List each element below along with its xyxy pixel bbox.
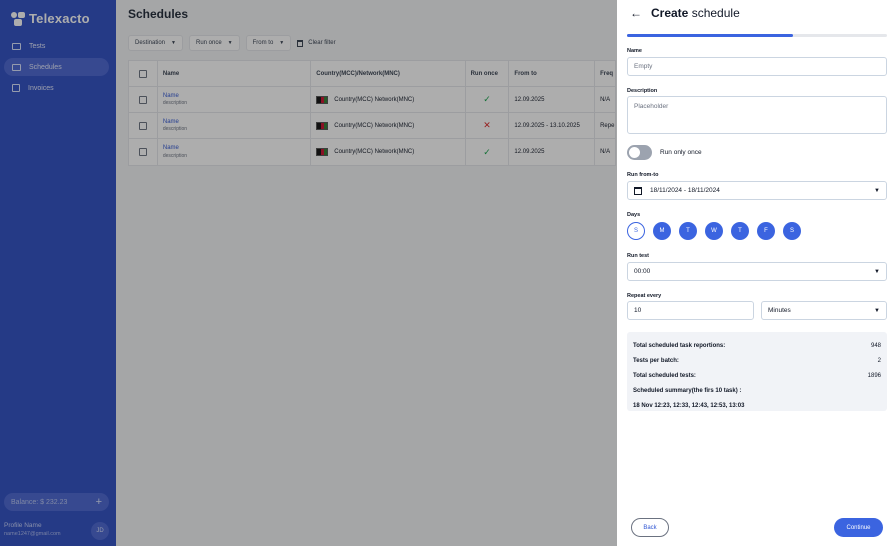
summary-times: 18 Nov 12:23, 12:33, 12:43, 12:53, 13:03 — [633, 402, 745, 409]
summary-label: Total scheduled tests: — [633, 372, 696, 379]
day-toggle-tuesday[interactable]: T — [679, 222, 697, 240]
summary-label: Tests per batch: — [633, 357, 679, 364]
modal-backdrop[interactable] — [0, 0, 617, 546]
summary-value: 1896 — [867, 372, 881, 379]
summary-value: 948 — [870, 342, 881, 349]
repeat-every-input[interactable]: 10 — [627, 301, 754, 320]
caret-down-icon: ▼ — [874, 187, 880, 194]
step-progress-fill — [627, 34, 794, 37]
summary-row-reportions: Total scheduled task reportions: 948 — [633, 338, 881, 353]
days-label: Days — [627, 212, 641, 218]
day-toggle-wednesday[interactable]: W — [705, 222, 723, 240]
create-schedule-panel: ← Create schedule Name Empty Description… — [617, 0, 895, 546]
run-from-to-value: 18/11/2024 - 18/11/2024 — [650, 187, 720, 194]
panel-title-rest: schedule — [691, 6, 740, 20]
continue-button[interactable]: Continue — [834, 518, 883, 537]
day-toggle-friday[interactable]: F — [757, 222, 775, 240]
panel-header: ← Create schedule — [630, 6, 740, 20]
run-once-label: Run only once — [660, 149, 702, 156]
caret-down-icon: ▼ — [874, 268, 880, 275]
summary-value: 2 — [877, 357, 881, 364]
summary-title: Scheduled summary(the firs 10 task) : — [633, 387, 742, 394]
run-once-toggle[interactable] — [627, 145, 652, 160]
run-test-value: 00:00 — [634, 268, 651, 275]
day-toggle-thursday[interactable]: T — [731, 222, 749, 240]
run-test-select[interactable]: 00:00 ▼ — [627, 262, 887, 281]
day-selector: S M T W T F S — [627, 222, 801, 240]
description-label: Description — [627, 88, 658, 94]
step-progress-bar — [627, 34, 887, 37]
run-test-label: Run test — [627, 253, 649, 259]
panel-title-bold: Create — [651, 6, 689, 20]
description-placeholder: Placeholder — [634, 103, 669, 110]
panel-title: Create schedule — [651, 6, 740, 20]
back-button[interactable]: Back — [631, 518, 669, 537]
repeat-unit-value: Minutes — [768, 307, 791, 314]
back-arrow-icon[interactable]: ← — [630, 6, 642, 20]
schedule-summary-box: Total scheduled task reportions: 948 Tes… — [627, 332, 887, 411]
name-input[interactable]: Empty — [627, 57, 887, 76]
calendar-icon — [634, 186, 642, 195]
description-textarea[interactable]: Placeholder — [627, 96, 887, 134]
summary-label: Total scheduled task reportions: — [633, 342, 726, 349]
run-from-to-select[interactable]: 18/11/2024 - 18/11/2024 ▼ — [627, 181, 887, 200]
toggle-knob — [629, 147, 640, 158]
summary-row-tests-per-batch: Tests per batch: 2 — [633, 353, 881, 368]
name-placeholder: Empty — [634, 63, 653, 70]
day-toggle-monday[interactable]: M — [653, 222, 671, 240]
caret-down-icon: ▼ — [874, 307, 880, 314]
run-once-toggle-row: Run only once — [627, 145, 702, 160]
name-label: Name — [627, 48, 642, 54]
summary-row-total-tests: Total scheduled tests: 1896 — [633, 368, 881, 383]
run-from-to-label: Run from-to — [627, 172, 659, 178]
repeat-every-value: 10 — [634, 307, 642, 314]
day-toggle-sunday[interactable]: S — [627, 222, 645, 240]
day-toggle-saturday[interactable]: S — [783, 222, 801, 240]
repeat-unit-select[interactable]: Minutes ▼ — [761, 301, 887, 320]
repeat-every-label: Repeat every — [627, 293, 662, 299]
